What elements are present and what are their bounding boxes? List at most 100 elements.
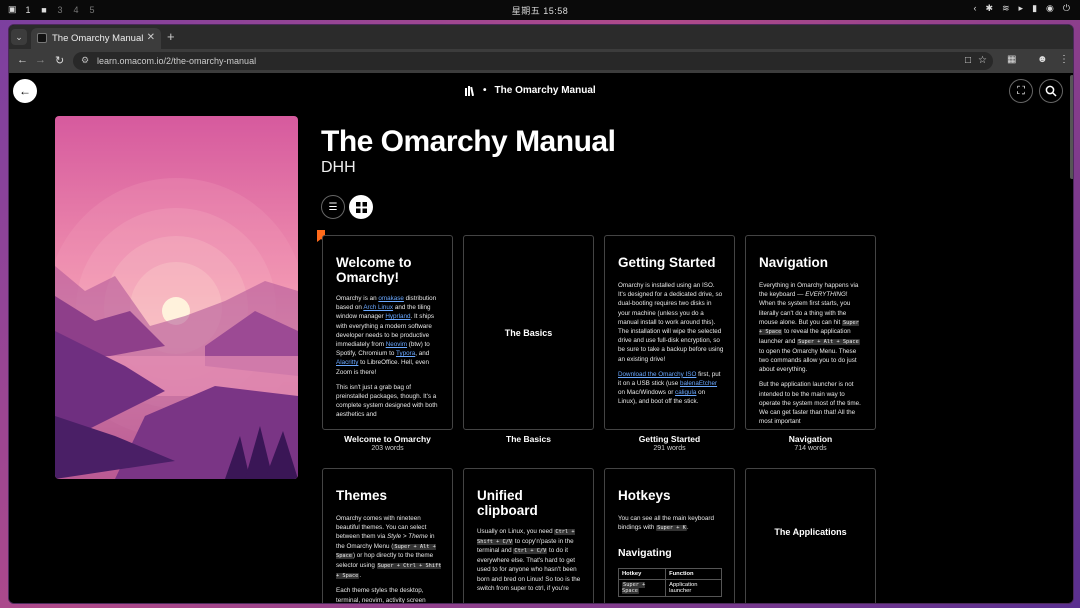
excerpt-paragraph: Download the Omarchy ISO first, put it o… (618, 370, 724, 407)
card-title: Getting Started (618, 255, 716, 270)
excerpt-paragraph: Omarchy is an omakase distribution based… (336, 294, 442, 377)
caption-title[interactable]: Getting Started (604, 434, 735, 444)
url-text[interactable]: learn.omacom.io/2/the-omarchy-manual (97, 56, 256, 66)
grid-view-button[interactable] (349, 195, 373, 219)
expand-icon: ⛶ (1017, 84, 1025, 97)
chapter-card-hotkeys[interactable]: Hotkeys You can see all the main keyboar… (604, 468, 735, 603)
caption-title[interactable]: Navigation (745, 434, 876, 444)
card-excerpt: Usually on Linux, you need Ctrl + Shift … (477, 527, 583, 599)
emphasis-text: EVERYTHING (805, 291, 846, 299)
card-caption: The Basics (463, 434, 594, 444)
profile-icon[interactable]: ☻ (1037, 54, 1048, 65)
search-icon (1045, 85, 1057, 97)
tab-close-icon[interactable]: ✕ (147, 32, 155, 43)
tab-strip: ⌄ The Omarchy Manual ✕ + (9, 25, 1073, 49)
card-title: The Basics (504, 327, 553, 338)
list-icon: ☰ (328, 201, 338, 213)
function-cell: Application launcher (665, 579, 722, 597)
inline-link[interactable]: Arch Linux (363, 304, 393, 311)
excerpt-paragraph: Omarchy is installed using an ISO. It's … (618, 282, 724, 363)
inline-link[interactable]: Download the Omarchy ISO (618, 371, 696, 378)
clock[interactable]: 星期五 15:58 (0, 4, 1080, 17)
bookmark-star-icon[interactable]: ☆ (978, 55, 987, 66)
chapter-card-themes[interactable]: Themes Omarchy comes with nineteen beaut… (322, 468, 453, 604)
card-excerpt: Everything in Omarchy happens via the ke… (759, 281, 865, 429)
browser-menu-icon[interactable]: ⋮ (1059, 54, 1069, 65)
word-count: 203 words (371, 445, 404, 452)
settings-icon[interactable]: ◉ (1046, 3, 1054, 14)
inline-link[interactable]: balenaEtcher (680, 380, 717, 387)
keyboard-shortcut: Ctrl + C/V (513, 548, 548, 555)
inline-link[interactable]: Alacritty (336, 359, 358, 366)
book-cover-image (55, 116, 298, 479)
excerpt-paragraph: Omarchy comes with nineteen beautiful th… (336, 514, 442, 580)
volume-icon[interactable]: ▸ (1019, 3, 1024, 14)
table-header-row: Hotkey Function (617, 568, 722, 580)
caption-title[interactable]: The Basics (463, 434, 594, 444)
table-row: Super + Space Application launcher (617, 579, 722, 597)
hotkey-cell: Super + Space (617, 579, 667, 597)
chapter-card-clipboard[interactable]: Unified clipboard Usually on Linux, you … (463, 468, 594, 603)
page-content: ← • The Omarchy Manual ⛶ The Omarchy Man… (9, 73, 1073, 604)
word-count: 714 words (794, 445, 827, 452)
list-view-button[interactable]: ☰ (321, 195, 345, 219)
inline-link[interactable]: omakase (378, 295, 404, 302)
inline-link[interactable]: Typora (396, 350, 415, 357)
caption-title[interactable]: Welcome to Omarchy (322, 434, 453, 444)
chapter-card-basics[interactable]: The Basics (463, 235, 594, 430)
inline-link[interactable]: Hyprland (385, 313, 410, 320)
back-arrow-icon[interactable]: ← (17, 54, 28, 66)
install-app-icon[interactable]: □ (965, 55, 971, 66)
text-run: . (359, 571, 362, 579)
excerpt-paragraph: This isn't just a grab bag of preinstall… (336, 383, 438, 419)
card-caption: Welcome to Omarchy 203 words (322, 434, 453, 452)
tab-search-chevron-icon[interactable]: ⌄ (11, 29, 27, 45)
inline-link[interactable]: Neovim (386, 341, 407, 348)
excerpt-paragraph: Each theme styles the desktop, terminal,… (336, 587, 426, 604)
text-run: on Mac/Windows or (618, 389, 676, 397)
hotkey-kbd: Super + Space (622, 582, 646, 594)
text-run: Usually on Linux, you need (477, 528, 555, 535)
chevron-left-icon[interactable]: ‹ (973, 3, 976, 14)
site-info-icon[interactable]: ⚙ (81, 55, 89, 66)
new-tab-plus-icon[interactable]: + (167, 29, 175, 44)
card-excerpt: Omarchy comes with nineteen beautiful th… (336, 514, 442, 604)
browser-toolbar: ← → ↻ ⚙ learn.omacom.io/2/the-omarchy-ma… (9, 49, 1073, 73)
chapter-card-getting-started[interactable]: Getting Started Omarchy is installed usi… (604, 235, 735, 430)
system-top-bar: ▣ 1 ■ 3 4 5 星期五 15:58 ‹ ✱ ≋ ▸ ▮ ◉ ⏻ (0, 0, 1080, 20)
search-button[interactable] (1039, 79, 1063, 103)
battery-icon[interactable]: ▮ (1032, 3, 1037, 14)
book-title: The Omarchy Manual (321, 125, 616, 158)
extensions-icon[interactable]: ▦ (1007, 54, 1016, 65)
bluetooth-icon[interactable]: ✱ (985, 3, 993, 14)
address-bar[interactable]: ⚙ learn.omacom.io/2/the-omarchy-manual □… (73, 52, 993, 70)
system-tray: ‹ ✱ ≋ ▸ ▮ ◉ ⏻ (973, 3, 1070, 14)
text-run: Omarchy is an (336, 295, 379, 302)
back-button[interactable]: ← (13, 79, 37, 103)
text-run: , and (415, 350, 430, 358)
inline-link[interactable]: caligula (675, 389, 696, 396)
library-icon[interactable] (465, 85, 475, 96)
separator-dot: • (483, 85, 487, 96)
browser-window: ⌄ The Omarchy Manual ✕ + ← → ↻ ⚙ learn.o… (8, 24, 1074, 604)
page-scrollbar[interactable] (1070, 75, 1073, 179)
card-title: Themes (336, 488, 388, 503)
wifi-icon[interactable]: ≋ (1002, 3, 1010, 14)
power-icon[interactable]: ⏻ (1063, 3, 1070, 14)
excerpt-paragraph: Usually on Linux, you need Ctrl + Shift … (477, 527, 583, 593)
active-tab[interactable]: The Omarchy Manual ✕ (31, 28, 161, 49)
grid-icon (355, 201, 367, 213)
excerpt-paragraph: Everything in Omarchy happens via the ke… (759, 281, 865, 374)
chapter-card-navigation[interactable]: Navigation Everything in Omarchy happens… (745, 235, 876, 430)
card-caption: Getting Started 291 words (604, 434, 735, 452)
card-title: Navigation (759, 255, 829, 270)
chapter-card-welcome[interactable]: Welcome to Omarchy! Omarchy is an omakas… (322, 235, 453, 430)
card-title: The Applications (774, 527, 847, 537)
chapter-card-applications[interactable]: The Applications (745, 468, 876, 603)
fullscreen-button[interactable]: ⛶ (1009, 79, 1033, 103)
forward-arrow-icon[interactable]: → (35, 54, 46, 66)
reload-icon[interactable]: ↻ (55, 54, 64, 67)
hotkey-table: Hotkey Function Super + Space Applicatio… (617, 568, 722, 597)
section-subtitle: Navigating (618, 547, 672, 559)
text-run: . (686, 524, 689, 532)
